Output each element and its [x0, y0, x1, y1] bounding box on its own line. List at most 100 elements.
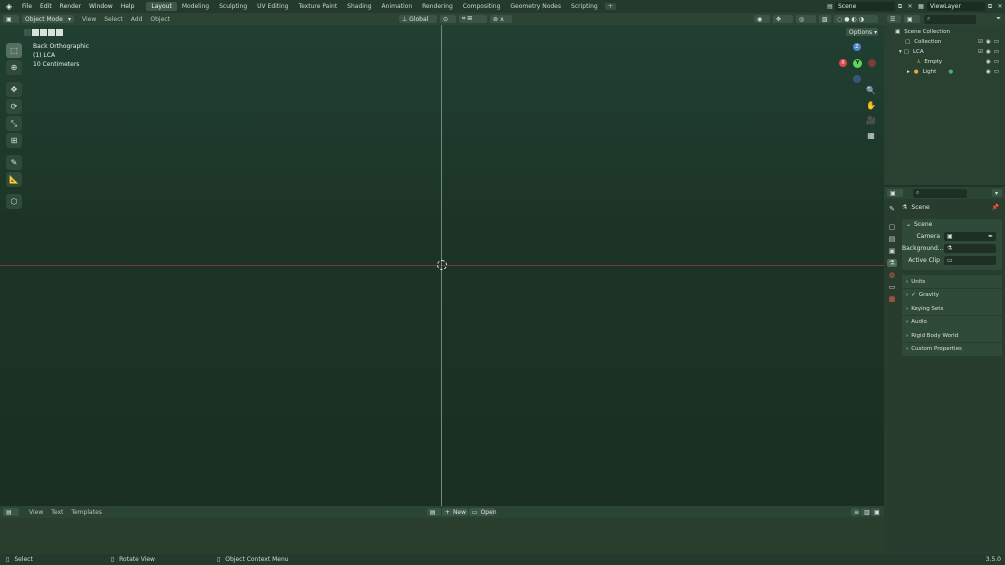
units-section[interactable]: › Units [902, 275, 1002, 288]
select-intersect-icon[interactable] [56, 29, 63, 36]
world-tab-icon[interactable]: ◍ [889, 271, 895, 279]
eye-icon[interactable]: ◉ [986, 49, 991, 55]
tool-tab-icon[interactable]: ✎ [889, 205, 895, 213]
word-wrap-toggle[interactable]: ▥ [861, 508, 870, 516]
shading-modes[interactable]: ◌ ● ◐ ◑ [834, 15, 878, 23]
gravity-checkbox[interactable]: ✓ [911, 292, 916, 298]
custom-properties-section[interactable]: › Custom Properties [902, 342, 1002, 356]
transform-tool-icon[interactable]: ⊞ [6, 133, 22, 148]
checkbox-icon[interactable]: ☑ [978, 49, 983, 55]
menu-render[interactable]: Render [56, 3, 85, 10]
camera-view-icon[interactable]: 🎥 [865, 114, 877, 126]
rigid-body-world-section[interactable]: › Rigid Body World [902, 329, 1002, 342]
eye-icon[interactable]: ◉ [986, 69, 991, 75]
audio-section[interactable]: › Audio [902, 315, 1002, 329]
new-text-button[interactable]: + New [441, 508, 468, 516]
menu-view[interactable]: View [78, 16, 100, 23]
scene-selector[interactable]: Scene [835, 2, 895, 11]
output-tab-icon[interactable]: ▤ [889, 235, 896, 243]
view-layer-new-icon[interactable]: ⧉ [985, 3, 995, 11]
line-numbers-toggle[interactable]: ≡ [851, 508, 860, 516]
solid-shading-icon[interactable]: ● [844, 16, 849, 23]
menu-help[interactable]: Help [117, 3, 139, 10]
tab-geometry-nodes[interactable]: Geometry Nodes [505, 2, 566, 11]
scene-delete-icon[interactable]: ✕ [905, 3, 915, 10]
rotate-tool-icon[interactable]: ⟳ [6, 99, 22, 114]
gizmo-x-positive[interactable]: X [839, 59, 847, 67]
outliner-row[interactable]: ▸ ● Light ● ◉ ▭ [885, 67, 1004, 77]
active-clip-field[interactable]: ▭ [944, 255, 996, 265]
view-layer-delete-icon[interactable]: ✕ [995, 3, 1005, 10]
outliner-row[interactable]: ▣ Scene Collection [885, 27, 1004, 37]
scene-panel-header[interactable]: ⌄ Scene [902, 219, 1002, 230]
texture-tab-icon[interactable]: ▦ [889, 295, 896, 303]
outliner-row[interactable]: ⅄ Empty ◉ ▭ [885, 57, 1004, 67]
rendered-shading-icon[interactable]: ◑ [859, 16, 864, 23]
gizmo-z-positive[interactable]: Z [853, 43, 861, 51]
overlays-button[interactable]: ◎ [796, 15, 816, 23]
snap-button[interactable]: ⌗ ⊞ [458, 15, 487, 23]
gravity-section[interactable]: › ✓ Gravity [902, 288, 1002, 302]
tab-animation[interactable]: Animation [377, 2, 418, 11]
text-editor-body[interactable] [0, 518, 884, 554]
measure-tool-icon[interactable]: 📐 [6, 172, 22, 187]
move-tool-icon[interactable]: ✥ [6, 82, 22, 97]
properties-options-button[interactable]: ▾ [992, 189, 1002, 197]
text-menu-templates[interactable]: Templates [67, 509, 106, 516]
tab-layout[interactable]: Layout [146, 2, 177, 11]
collection-tab-icon[interactable]: ▭ [889, 283, 896, 291]
3d-viewport[interactable]: Back Orthographic (1) LCA 10 Centimeters… [0, 25, 884, 518]
tab-texture-paint[interactable]: Texture Paint [293, 2, 342, 11]
outliner-display-mode[interactable]: ▣ [904, 15, 920, 23]
outliner-type-button[interactable]: ☰ [887, 15, 901, 23]
eye-icon[interactable]: ◉ [986, 39, 991, 45]
open-text-button[interactable]: ▭ Open [468, 508, 497, 516]
syntax-highlight-toggle[interactable]: ▣ [871, 508, 880, 516]
text-menu-view[interactable]: View [25, 509, 47, 516]
select-subtract-icon[interactable] [40, 29, 47, 36]
gizmo-z-negative[interactable] [853, 75, 861, 83]
camera-icon[interactable]: ▭ [994, 39, 999, 45]
scene-new-icon[interactable]: ⧉ [895, 3, 905, 11]
background-field[interactable]: ⚗ [944, 243, 996, 253]
tab-sculpting[interactable]: Sculpting [214, 2, 252, 11]
filter-icon[interactable]: ⏷ [996, 15, 1001, 23]
perspective-grid-icon[interactable]: ▦ [865, 129, 877, 141]
scene-tab-icon[interactable]: ⚗ [886, 259, 898, 267]
select-box-tool-icon[interactable]: ⬚ [6, 43, 22, 58]
menu-edit[interactable]: Edit [36, 3, 56, 10]
pin-icon[interactable]: 📌 [992, 204, 999, 211]
wireframe-shading-icon[interactable]: ◌ [837, 16, 842, 23]
add-cube-tool-icon[interactable]: ⬡ [6, 194, 22, 209]
material-shading-icon[interactable]: ◐ [852, 16, 857, 23]
navigation-gizmo[interactable]: Z X Y [836, 40, 880, 84]
properties-search-input[interactable]: ⌕ [913, 188, 967, 198]
outliner-row[interactable]: ▾ ▢ LCA ☑ ◉ ▭ [885, 47, 1004, 57]
tab-scripting[interactable]: Scripting [566, 2, 603, 11]
object-mode-dropdown[interactable]: Object Mode ▾ [22, 15, 74, 23]
add-workspace-button[interactable]: + [604, 3, 616, 10]
text-browse-button[interactable]: ▤ [426, 508, 441, 516]
chevron-down-icon[interactable]: ▾ [899, 49, 902, 55]
tab-uv-editing[interactable]: UV Editing [252, 2, 293, 11]
annotate-tool-icon[interactable]: ✎ [6, 155, 22, 170]
camera-field[interactable]: ▣ ✒ [944, 231, 996, 241]
cursor-tool-icon[interactable]: ⊕ [6, 60, 22, 75]
tab-shading[interactable]: Shading [342, 2, 376, 11]
menu-add[interactable]: Add [127, 16, 147, 23]
properties-type-button[interactable]: ▣ [887, 189, 903, 197]
options-dropdown[interactable]: Options ▾ [846, 28, 878, 36]
tab-modeling[interactable]: Modeling [177, 2, 214, 11]
xray-button[interactable]: ▧ [819, 15, 831, 23]
keying-sets-section[interactable]: › Keying Sets [902, 302, 1002, 315]
menu-select[interactable]: Select [100, 16, 127, 23]
blender-logo-icon[interactable]: ◈ [4, 2, 14, 12]
camera-icon[interactable]: ▭ [994, 49, 999, 55]
render-tab-icon[interactable]: ▢ [889, 223, 896, 231]
view-layer-tab-icon[interactable]: ▣ [889, 247, 896, 255]
proportional-editing-button[interactable]: ⊚ ∧ [489, 15, 512, 23]
menu-file[interactable]: File [18, 3, 36, 10]
camera-icon[interactable]: ▭ [994, 69, 999, 75]
gizmo-toggle-button[interactable]: ✥ [773, 15, 793, 23]
chevron-right-icon[interactable]: ▸ [907, 69, 910, 75]
